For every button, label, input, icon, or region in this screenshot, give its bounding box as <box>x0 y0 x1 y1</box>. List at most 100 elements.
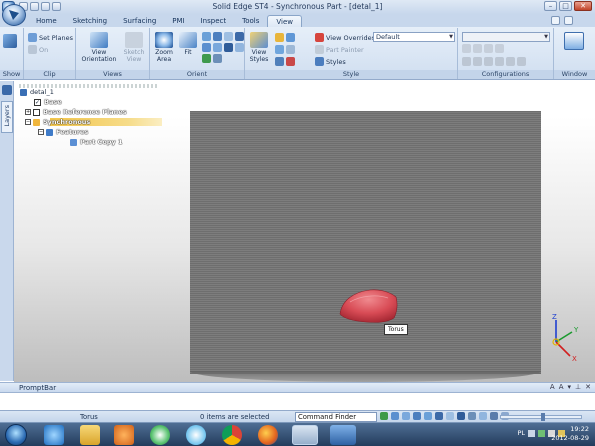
expand-icon[interactable]: + <box>25 109 31 115</box>
collapse-icon[interactable]: − <box>25 119 31 125</box>
lighting-icon[interactable] <box>275 45 284 54</box>
tab-surfacing[interactable]: Surfacing <box>115 15 164 27</box>
background-icon[interactable] <box>286 45 295 54</box>
view-styles-button[interactable]: View Styles <box>247 32 271 63</box>
shading-icon[interactable] <box>457 412 465 420</box>
skype-icon[interactable] <box>186 425 206 445</box>
view-icon[interactable] <box>446 412 454 420</box>
previous-view-icon[interactable] <box>213 43 222 52</box>
application-button[interactable] <box>2 4 26 26</box>
layers-tab[interactable]: Layers <box>1 101 13 133</box>
configuration-dropdown[interactable]: ▼ <box>462 32 550 42</box>
part-painter-button[interactable]: Part Painter <box>315 45 364 54</box>
minimize-button[interactable]: – <box>544 1 557 11</box>
tree-node-features[interactable]: − Features <box>38 128 89 136</box>
command-finder-input[interactable]: Command Finder <box>295 412 377 422</box>
language-indicator[interactable]: PL <box>517 429 525 437</box>
tree-root[interactable]: detal_1 <box>20 88 55 96</box>
zoom-slider[interactable] <box>500 413 582 421</box>
browser-icon[interactable] <box>150 425 170 445</box>
show-button[interactable] <box>3 34 17 49</box>
tab-tools[interactable]: Tools <box>234 15 267 27</box>
restore-ribbon-icon[interactable] <box>564 16 573 25</box>
sketch-view-button[interactable]: Sketch View <box>120 32 148 63</box>
media-player-icon[interactable] <box>114 425 134 445</box>
tree-node-base-reference-planes[interactable]: + Base Reference Planes <box>25 108 128 116</box>
view-cube-icon[interactable] <box>235 43 244 52</box>
close-button[interactable]: ✕ <box>574 1 592 11</box>
clip-on-button[interactable]: On <box>28 45 48 54</box>
tree-node-synchronous[interactable]: − Synchronous <box>25 118 91 126</box>
maximize-button[interactable]: □ <box>559 1 572 11</box>
view-configuration-icon[interactable] <box>495 57 504 66</box>
internet-explorer-icon[interactable] <box>44 425 64 445</box>
tab-inspect[interactable]: Inspect <box>193 15 235 27</box>
coordinate-triad[interactable]: Z Y X <box>548 312 582 364</box>
pin-icon[interactable]: ⊥ <box>575 383 581 391</box>
orient-settings-icon[interactable] <box>213 54 222 63</box>
checkbox-icon[interactable]: ✓ <box>34 98 41 106</box>
tab-view[interactable]: View <box>267 15 302 27</box>
view-orientation-button[interactable]: View Orientation <box>78 32 120 63</box>
tab-pmi[interactable]: PMI <box>164 15 192 27</box>
spin-about-icon[interactable] <box>235 32 244 41</box>
pan-icon[interactable] <box>213 32 222 41</box>
solid-edge-taskbar-icon[interactable] <box>292 425 318 445</box>
configuration-option-icon[interactable] <box>495 44 504 53</box>
font-decrease-icon[interactable]: A <box>559 383 564 391</box>
tree-node-base[interactable]: ✓ Base <box>34 98 63 106</box>
file-explorer-icon[interactable] <box>80 425 100 445</box>
firefox-icon[interactable] <box>258 425 278 445</box>
zoom-icon[interactable] <box>391 412 399 420</box>
clock[interactable]: 19:22 2012-08-29 <box>551 425 589 443</box>
start-button[interactable] <box>5 424 27 446</box>
layer-configuration-icon[interactable] <box>484 57 493 66</box>
misc-configuration-icon[interactable] <box>506 57 515 66</box>
view-overrides-button[interactable]: View Overrides <box>315 33 375 42</box>
styles-button[interactable]: Styles <box>315 57 346 66</box>
shading-icon[interactable] <box>275 33 284 42</box>
refresh-view-icon[interactable] <box>202 54 211 63</box>
rotate-icon[interactable] <box>435 412 443 420</box>
pan-icon[interactable] <box>424 412 432 420</box>
zoom-icon[interactable] <box>202 32 211 41</box>
pathfinder-icon[interactable] <box>2 85 12 95</box>
font-increase-icon[interactable]: A <box>550 383 555 391</box>
messenger-icon[interactable] <box>330 425 356 445</box>
view-overrides-dropdown[interactable]: Default ▼ <box>373 32 455 42</box>
named-views-icon[interactable] <box>468 412 476 420</box>
checkbox-icon[interactable] <box>33 108 40 116</box>
torus-body[interactable] <box>336 288 400 324</box>
window-button[interactable] <box>558 32 590 51</box>
options-icon[interactable]: ▾ <box>568 383 572 391</box>
extra-configuration-icon[interactable] <box>517 57 526 66</box>
edges-icon[interactable] <box>275 57 284 66</box>
tab-home[interactable]: Home <box>28 15 65 27</box>
tab-sketching[interactable]: Sketching <box>65 15 115 27</box>
fit-button[interactable]: Fit <box>178 32 198 56</box>
set-planes-button[interactable]: Set Planes <box>28 33 73 42</box>
zone-configuration-icon[interactable] <box>473 57 482 66</box>
zoom-area-icon[interactable] <box>402 412 410 420</box>
rotate-icon[interactable] <box>224 32 233 41</box>
delete-configuration-icon[interactable] <box>484 44 493 53</box>
collapse-icon[interactable]: − <box>38 129 44 135</box>
network-icon[interactable] <box>538 429 545 437</box>
find-icon[interactable] <box>380 412 388 420</box>
apply-configuration-icon[interactable] <box>473 44 482 53</box>
look-at-face-icon[interactable] <box>202 43 211 52</box>
tree-node-part-copy[interactable]: Part Copy 1 <box>70 138 123 146</box>
display-configuration-icon[interactable] <box>462 57 471 66</box>
chrome-icon[interactable] <box>222 425 242 445</box>
named-views-icon[interactable] <box>224 43 233 52</box>
sketch-view-icon[interactable] <box>490 412 498 420</box>
display-mode-icon[interactable] <box>286 33 295 42</box>
close-icon[interactable]: ✕ <box>585 383 591 391</box>
tray-arrow-icon[interactable] <box>528 429 535 437</box>
silhouette-icon[interactable] <box>286 57 295 66</box>
save-configuration-icon[interactable] <box>462 44 471 53</box>
help-icon[interactable] <box>551 16 560 25</box>
view-cube-icon[interactable] <box>479 412 487 420</box>
fit-icon[interactable] <box>413 412 421 420</box>
zoom-area-button[interactable]: Zoom Area <box>152 32 176 63</box>
